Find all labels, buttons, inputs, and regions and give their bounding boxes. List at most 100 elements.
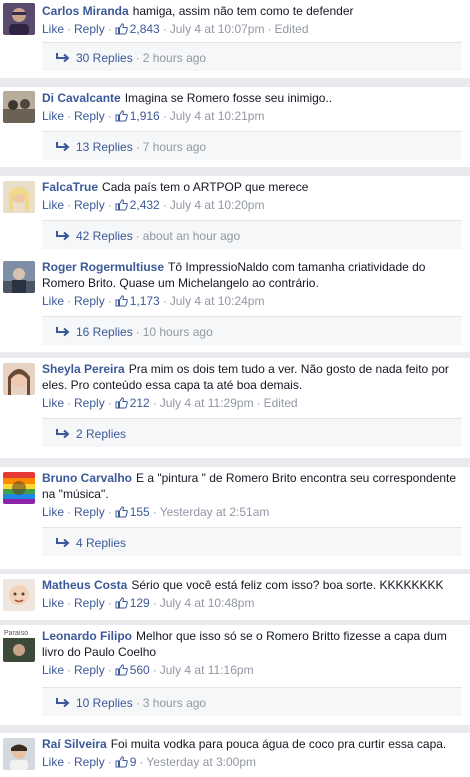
separator: · [152, 596, 157, 610]
avatar[interactable] [3, 3, 35, 35]
view-replies-link[interactable]: 30 Replies [76, 51, 133, 65]
comment-content: Leonardo Filipo Melhor que isso só se o R… [42, 628, 462, 660]
thumbs-up-icon [115, 597, 128, 613]
reply-arrow-icon [56, 229, 70, 245]
comment-timestamp[interactable]: Yesterday at 3:00pm [146, 755, 256, 769]
separator: · [107, 396, 112, 410]
avatar[interactable] [3, 472, 35, 504]
like-button[interactable]: Like [42, 22, 64, 36]
comment-author-link[interactable]: Bruno Carvalho [42, 471, 132, 485]
view-replies-link[interactable]: 13 Replies [76, 140, 133, 154]
comment-timestamp[interactable]: July 4 at 10:24pm [170, 294, 265, 308]
replies-row[interactable]: 42 Replies · about an hour ago [42, 220, 462, 249]
view-replies-link[interactable]: 16 Replies [76, 325, 133, 339]
replies-row[interactable]: 10 Replies · 3 hours ago [42, 687, 462, 716]
reply-arrow-icon [56, 536, 70, 552]
like-button[interactable]: Like [42, 505, 64, 519]
reply-arrow-icon [56, 696, 70, 712]
avatar[interactable] [3, 738, 35, 770]
reply-button[interactable]: Reply [74, 505, 105, 519]
like-button[interactable]: Like [42, 755, 64, 769]
reply-button[interactable]: Reply [74, 396, 105, 410]
avatar[interactable]: Paraíso [3, 630, 35, 662]
like-button[interactable]: Like [42, 109, 64, 123]
reply-arrow-icon [56, 140, 70, 156]
replies-row[interactable]: 13 Replies · 7 hours ago [42, 131, 462, 160]
comment-timestamp[interactable]: July 4 at 10:07pm [170, 22, 265, 36]
avatar[interactable] [3, 181, 35, 213]
avatar[interactable] [3, 261, 35, 293]
comment-timestamp[interactable]: July 4 at 11:16pm [160, 663, 254, 677]
like-count-value: 155 [129, 505, 150, 519]
comment-actions: Like · Reply · 1,916 · July 4 at 10:21pm [42, 108, 462, 126]
reply-button[interactable]: Reply [74, 109, 105, 123]
comment-card: Matheus Costa Sério que você está feliz c… [0, 574, 470, 620]
comment-timestamp[interactable]: Yesterday at 2:51am [160, 505, 270, 519]
avatar[interactable] [3, 91, 35, 123]
like-count[interactable]: 2,432 [115, 198, 160, 212]
comment-author-link[interactable]: Sheyla Pereira [42, 362, 125, 376]
separator: · [152, 505, 157, 519]
edited-label[interactable]: Edited [274, 22, 308, 36]
like-count[interactable]: 1,173 [115, 294, 160, 308]
comment-card: Roger Rogermultiuse Tô ImpressioNaldo com… [0, 256, 470, 352]
reply-button[interactable]: Reply [74, 596, 105, 610]
like-count[interactable]: 9 [115, 755, 136, 769]
avatar[interactable] [3, 579, 35, 611]
comment-timestamp[interactable]: July 4 at 10:48pm [160, 596, 255, 610]
comment-author-link[interactable]: FalcaTrue [42, 180, 98, 194]
like-count[interactable]: 2,843 [115, 22, 160, 36]
avatar[interactable] [3, 363, 35, 395]
like-count[interactable]: 1,916 [115, 109, 160, 123]
comment-author-link[interactable]: Di Cavalcante [42, 91, 121, 105]
comment-timestamp[interactable]: July 4 at 10:20pm [170, 198, 265, 212]
replies-row[interactable]: 4 Replies [42, 527, 462, 556]
reply-button[interactable]: Reply [74, 22, 105, 36]
like-count[interactable]: 129 [115, 596, 150, 610]
thumbs-up-icon [115, 664, 128, 680]
like-button[interactable]: Like [42, 294, 64, 308]
reply-arrow-icon [56, 51, 70, 67]
reply-button[interactable]: Reply [74, 755, 105, 769]
view-replies-link[interactable]: 4 Replies [76, 536, 126, 550]
like-count-value: 560 [129, 663, 150, 677]
comment-text: Sério que você está feliz com isso? boa … [131, 578, 444, 592]
comment-timestamp[interactable]: July 4 at 11:29pm [160, 396, 254, 410]
comment-author-link[interactable]: Raí Silveira [42, 737, 107, 751]
comment-content: Bruno Carvalho E a "pintura " de Romero B… [42, 470, 462, 502]
separator: · [67, 505, 72, 519]
view-replies-link[interactable]: 2 Replies [76, 427, 126, 441]
comment-author-link[interactable]: Leonardo Filipo [42, 629, 132, 643]
reply-button[interactable]: Reply [74, 663, 105, 677]
like-button[interactable]: Like [42, 596, 64, 610]
replies-row[interactable]: 30 Replies · 2 hours ago [42, 42, 462, 71]
like-button[interactable]: Like [42, 663, 64, 677]
comment-author-link[interactable]: Matheus Costa [42, 578, 127, 592]
like-count[interactable]: 155 [115, 505, 150, 519]
view-replies-link[interactable]: 42 Replies [76, 229, 133, 243]
comment-author-link[interactable]: Roger Rogermultiuse [42, 260, 164, 274]
replies-row[interactable]: 2 Replies [42, 418, 462, 447]
comment-actions: Like · Reply · 9 · Yesterday at 3:00pm [42, 754, 462, 772]
like-button[interactable]: Like [42, 198, 64, 212]
separator: · [152, 663, 157, 677]
separator: · [135, 229, 140, 243]
reply-button[interactable]: Reply [74, 294, 105, 308]
separator: · [107, 755, 112, 769]
replies-row[interactable]: 16 Replies · 10 hours ago [42, 316, 462, 345]
view-replies-link[interactable]: 10 Replies [76, 696, 133, 710]
like-count[interactable]: 212 [115, 396, 150, 410]
comment-card: Paraíso Leonardo Filipo Melhor que isso só… [0, 625, 470, 725]
comment-author-link[interactable]: Carlos Miranda [42, 4, 129, 18]
reply-button[interactable]: Reply [74, 198, 105, 212]
comment-content: FalcaTrue Cada país tem o ARTPOP que mere… [42, 179, 462, 195]
comment-actions: Like · Reply · 212 · July 4 at 11:29pm · Edited [42, 395, 462, 413]
edited-label[interactable]: Edited [264, 396, 298, 410]
comment-card: Di Cavalcante Imagina se Romero fosse seu… [0, 87, 470, 167]
like-button[interactable]: Like [42, 396, 64, 410]
comment-content: Sheyla Pereira Pra mim os dois tem tudo a… [42, 361, 462, 393]
comment-content: Matheus Costa Sério que você está feliz c… [42, 577, 462, 593]
separator: · [67, 198, 72, 212]
comment-timestamp[interactable]: July 4 at 10:21pm [170, 109, 265, 123]
like-count[interactable]: 560 [115, 663, 150, 677]
